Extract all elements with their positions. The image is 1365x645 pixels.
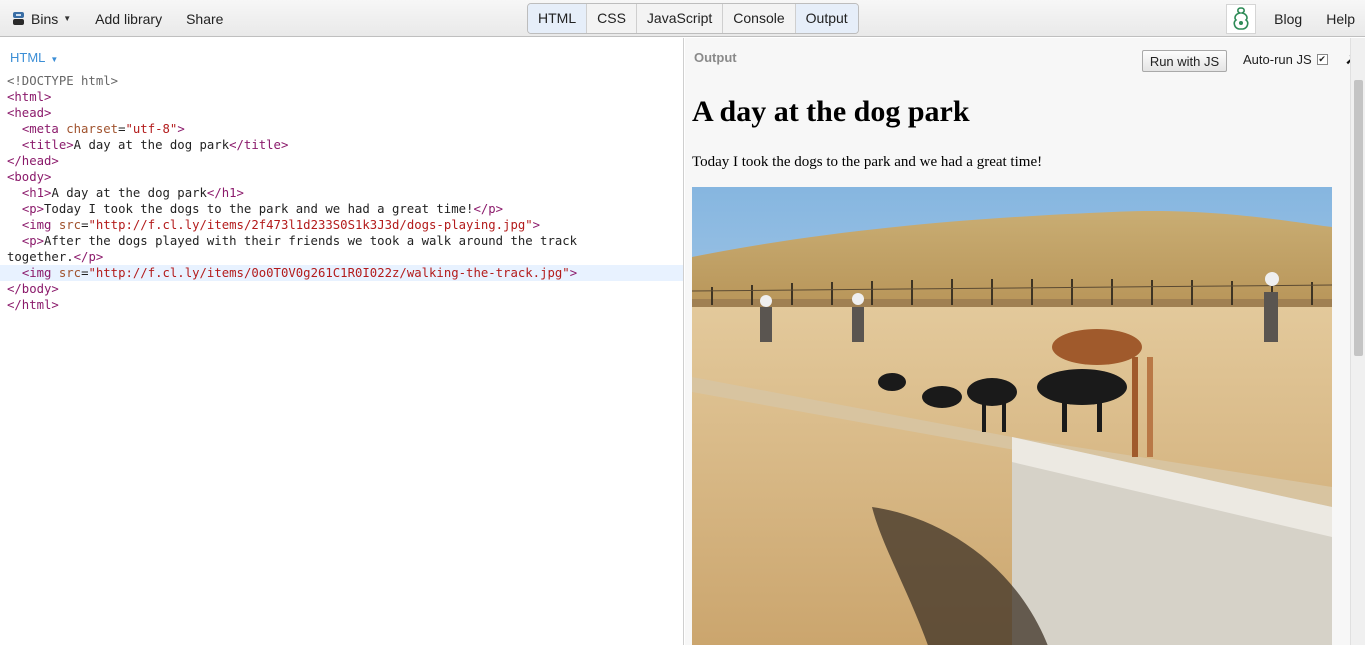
top-toolbar: Bins ▼ Add library Share HTML CSS JavaSc…: [0, 0, 1365, 37]
share-button[interactable]: Share: [186, 11, 223, 27]
help-link[interactable]: Help: [1326, 11, 1355, 27]
code-editor[interactable]: <!DOCTYPE html> <html> <head> <meta charse…: [0, 73, 683, 313]
tab-javascript[interactable]: JavaScript: [635, 4, 722, 33]
jsbin-logo-icon[interactable]: [1226, 3, 1257, 34]
autorun-label: Auto-run JS: [1243, 52, 1312, 67]
toolbar-right: Blog Help: [1226, 0, 1365, 37]
blog-link[interactable]: Blog: [1274, 11, 1302, 27]
code-line[interactable]: </html>: [0, 297, 683, 313]
html-panel-label: HTML: [10, 50, 46, 65]
page-title: A day at the dog park: [692, 95, 970, 128]
tab-html[interactable]: HTML: [528, 4, 587, 33]
output-panel: Output Run with JS Auto-run JS ✔ ➚ A day…: [685, 38, 1365, 645]
code-line[interactable]: <img src="http://f.cl.ly/items/0o0T0V0g2…: [0, 265, 683, 281]
add-library-button[interactable]: Add library: [95, 11, 162, 27]
code-line[interactable]: together.</p>: [0, 249, 683, 265]
code-line[interactable]: </head>: [0, 153, 683, 169]
tab-console[interactable]: Console: [722, 4, 794, 33]
autorun-toggle[interactable]: Auto-run JS ✔: [1243, 52, 1328, 67]
code-line[interactable]: <html>: [0, 89, 683, 105]
rendered-output: A day at the dog park Today I took the d…: [692, 90, 1342, 645]
code-line[interactable]: <body>: [0, 169, 683, 185]
autorun-checkbox[interactable]: ✔: [1316, 54, 1328, 65]
scrollbar-thumb[interactable]: [1354, 80, 1363, 356]
bins-icon: [12, 11, 25, 26]
html-editor-panel: HTML ▼ <!DOCTYPE html> <html> <head> <meta …: [0, 38, 684, 645]
toolbar-left: Bins ▼ Add library Share: [12, 0, 223, 37]
page-paragraph: Today I took the dogs to the park and we…: [692, 154, 1043, 170]
output-scrollbar[interactable]: [1350, 38, 1365, 645]
tab-css[interactable]: CSS: [586, 4, 636, 33]
bins-menu[interactable]: Bins ▼: [12, 11, 71, 27]
code-line[interactable]: <h1>A day at the dog park</h1>: [0, 185, 683, 201]
output-panel-label: Output: [694, 50, 737, 65]
caret-down-icon: ▼: [50, 55, 59, 64]
tab-output[interactable]: Output: [794, 4, 858, 33]
panel-tabs: HTML CSS JavaScript Console Output: [527, 3, 859, 34]
run-with-js-button[interactable]: Run with JS: [1142, 50, 1227, 72]
code-line[interactable]: <meta charset="utf-8">: [0, 121, 683, 137]
code-line[interactable]: <title>A day at the dog park</title>: [0, 137, 683, 153]
code-line[interactable]: <img src="http://f.cl.ly/items/2f473l1d2…: [0, 217, 683, 233]
bins-label: Bins: [31, 10, 59, 27]
code-line[interactable]: <head>: [0, 105, 683, 121]
dogs-playing-photo: [692, 187, 1332, 645]
code-line[interactable]: <!DOCTYPE html>: [0, 73, 683, 89]
code-line[interactable]: <p>Today I took the dogs to the park and…: [0, 201, 683, 217]
html-panel-selector[interactable]: HTML ▼: [10, 50, 58, 65]
code-line[interactable]: </body>: [0, 281, 683, 297]
caret-down-icon: ▼: [63, 14, 72, 23]
code-line[interactable]: <p>After the dogs played with their frie…: [0, 233, 683, 249]
